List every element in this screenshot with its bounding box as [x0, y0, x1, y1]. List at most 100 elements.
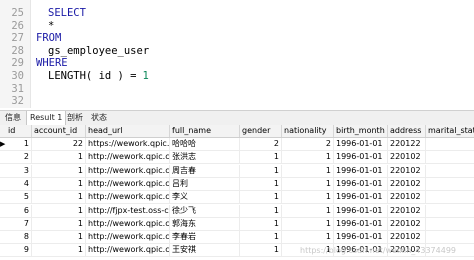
result-grid[interactable]: id account_id head_url full_name gender natio…	[0, 125, 474, 260]
column-header-gender[interactable]: gender	[240, 125, 282, 137]
cell-gender[interactable]: 1	[240, 231, 282, 244]
column-header-account-id[interactable]: account_id	[32, 125, 86, 137]
cell-nationality[interactable]: 1	[282, 151, 334, 164]
cell-head-url[interactable]: http://wework.qpic.cn/biz	[86, 177, 170, 190]
table-row[interactable]: 81http://wework.qpic.cn/biz李春岩111996-01-…	[0, 231, 474, 245]
cell-address[interactable]: 220102	[388, 164, 426, 177]
cell-account-id[interactable]: 1	[32, 191, 86, 204]
cell-full-name[interactable]: 张洪志	[170, 151, 240, 164]
cell-id[interactable]: 4	[6, 177, 32, 190]
cell-nationality[interactable]: 1	[282, 177, 334, 190]
cell-head-url[interactable]: https://wework.qpic.cn/w	[86, 138, 170, 150]
cell-nationality[interactable]: 1	[282, 191, 334, 204]
cell-account-id[interactable]: 1	[32, 204, 86, 217]
cell-id[interactable]: 7	[6, 217, 32, 230]
cell-full-name[interactable]: 周吉春	[170, 164, 240, 177]
cell-gender[interactable]: 1	[240, 244, 282, 257]
tab-result-1[interactable]: Result 1	[26, 111, 67, 126]
cell-birth-month[interactable]: 1996-01-01	[334, 191, 388, 204]
cell-full-name[interactable]: 李春岩	[170, 231, 240, 244]
cell-birth-month[interactable]: 1996-01-01	[334, 138, 388, 150]
cell-nationality[interactable]: 1	[282, 204, 334, 217]
column-header-full-name[interactable]: full_name	[170, 125, 240, 137]
cell-head-url[interactable]: http://wework.qpic.cn/biz	[86, 244, 170, 257]
column-header-birth-month[interactable]: birth_month	[334, 125, 388, 137]
sql-editor[interactable]: 25 SELECT 26 * 27 FROM 28 gs_employee_user 29 WHE…	[0, 0, 474, 108]
cell-head-url[interactable]: http://wework.qpic.cn/biz	[86, 217, 170, 230]
tab-status[interactable]: 状态	[88, 111, 110, 125]
table-row[interactable]: 51http://wework.qpic.cn/biz李义111996-01-0…	[0, 191, 474, 205]
tab-info[interactable]: 信息	[2, 111, 24, 125]
cell-marital-status[interactable]: 1	[426, 231, 474, 243]
cell-address[interactable]: 220102	[388, 231, 426, 244]
column-header-id[interactable]: id	[6, 125, 32, 137]
cell-account-id[interactable]: 1	[32, 151, 86, 164]
cell-address[interactable]: 220102	[388, 191, 426, 204]
cell-address[interactable]: 220102	[388, 204, 426, 217]
cell-head-url[interactable]: http://wework.qpic.cn/biz	[86, 164, 170, 177]
cell-address[interactable]: 220122	[388, 138, 426, 150]
cell-full-name[interactable]: 郭海东	[170, 217, 240, 230]
cell-gender[interactable]: 1	[240, 177, 282, 190]
cell-id[interactable]: 9	[6, 244, 32, 257]
table-row[interactable]: 61http://fjpx-test.oss-cn-hor徐少飞111996-0…	[0, 204, 474, 218]
cell-nationality[interactable]: 2	[282, 138, 334, 150]
table-row[interactable]: ▶122https://wework.qpic.cn/w哈哈哈221996-01…	[0, 138, 474, 151]
cell-id[interactable]: 1	[6, 138, 32, 150]
cell-id[interactable]: 2	[6, 151, 32, 164]
tab-profile[interactable]: 剖析	[64, 111, 86, 125]
cell-marital-status[interactable]: 1	[426, 178, 474, 190]
cell-birth-month[interactable]: 1996-01-01	[334, 204, 388, 217]
cell-full-name[interactable]: 哈哈哈	[170, 138, 240, 150]
table-row[interactable]: 21http://wework.qpic.cn/biz张洪志111996-01-…	[0, 151, 474, 165]
cell-marital-status[interactable]: 1	[426, 151, 474, 163]
cell-address[interactable]: 220102	[388, 151, 426, 164]
cell-nationality[interactable]: 1	[282, 231, 334, 244]
cell-gender[interactable]: 1	[240, 217, 282, 230]
cell-account-id[interactable]: 1	[32, 177, 86, 190]
table-row[interactable]: 41http://wework.qpic.cn/biz吕利111996-01-0…	[0, 177, 474, 191]
cell-account-id[interactable]: 1	[32, 217, 86, 230]
cell-birth-month[interactable]: 1996-01-01	[334, 231, 388, 244]
cell-gender[interactable]: 2	[240, 138, 282, 150]
cell-birth-month[interactable]: 1996-01-01	[334, 151, 388, 164]
cell-marital-status[interactable]: 1	[426, 205, 474, 217]
cell-id[interactable]: 5	[6, 191, 32, 204]
cell-full-name[interactable]: 李义	[170, 191, 240, 204]
column-header-head-url[interactable]: head_url	[86, 125, 170, 137]
cell-gender[interactable]: 1	[240, 151, 282, 164]
cell-account-id[interactable]: 1	[32, 244, 86, 257]
table-row[interactable]: 31http://wework.qpic.cn/biz周吉春111996-01-…	[0, 164, 474, 178]
cell-head-url[interactable]: http://wework.qpic.cn/biz	[86, 151, 170, 164]
cell-id[interactable]: 8	[6, 231, 32, 244]
cell-head-url[interactable]: http://fjpx-test.oss-cn-hor	[86, 204, 170, 217]
cell-account-id[interactable]: 22	[32, 138, 86, 150]
cell-head-url[interactable]: http://wework.qpic.cn/biz	[86, 231, 170, 244]
cell-account-id[interactable]: 1	[32, 164, 86, 177]
cell-nationality[interactable]: 1	[282, 217, 334, 230]
cell-nationality[interactable]: 1	[282, 164, 334, 177]
cell-marital-status[interactable]: 1	[426, 138, 474, 150]
cell-full-name[interactable]: 王安祺	[170, 244, 240, 257]
cell-id[interactable]: 6	[6, 204, 32, 217]
cell-full-name[interactable]: 吕利	[170, 177, 240, 190]
column-header-nationality[interactable]: nationality	[282, 125, 334, 137]
cell-birth-month[interactable]: 1996-01-01	[334, 164, 388, 177]
cell-id[interactable]: 3	[6, 164, 32, 177]
cell-gender[interactable]: 1	[240, 191, 282, 204]
column-header-address[interactable]: address	[388, 125, 426, 137]
table-row[interactable]: 71http://wework.qpic.cn/biz郭海东111996-01-…	[0, 217, 474, 231]
column-header-marital-status[interactable]: marital_status	[426, 125, 474, 137]
cell-address[interactable]: 220102	[388, 217, 426, 230]
cell-gender[interactable]: 1	[240, 204, 282, 217]
cell-account-id[interactable]: 1	[32, 231, 86, 244]
cell-birth-month[interactable]: 1996-01-01	[334, 177, 388, 190]
cell-marital-status[interactable]: 1	[426, 191, 474, 203]
cell-marital-status[interactable]: 1	[426, 165, 474, 177]
cell-gender[interactable]: 1	[240, 164, 282, 177]
cell-head-url[interactable]: http://wework.qpic.cn/biz	[86, 191, 170, 204]
cell-full-name[interactable]: 徐少飞	[170, 204, 240, 217]
cell-marital-status[interactable]: 1	[426, 218, 474, 230]
cell-address[interactable]: 220102	[388, 177, 426, 190]
cell-birth-month[interactable]: 1996-01-01	[334, 217, 388, 230]
